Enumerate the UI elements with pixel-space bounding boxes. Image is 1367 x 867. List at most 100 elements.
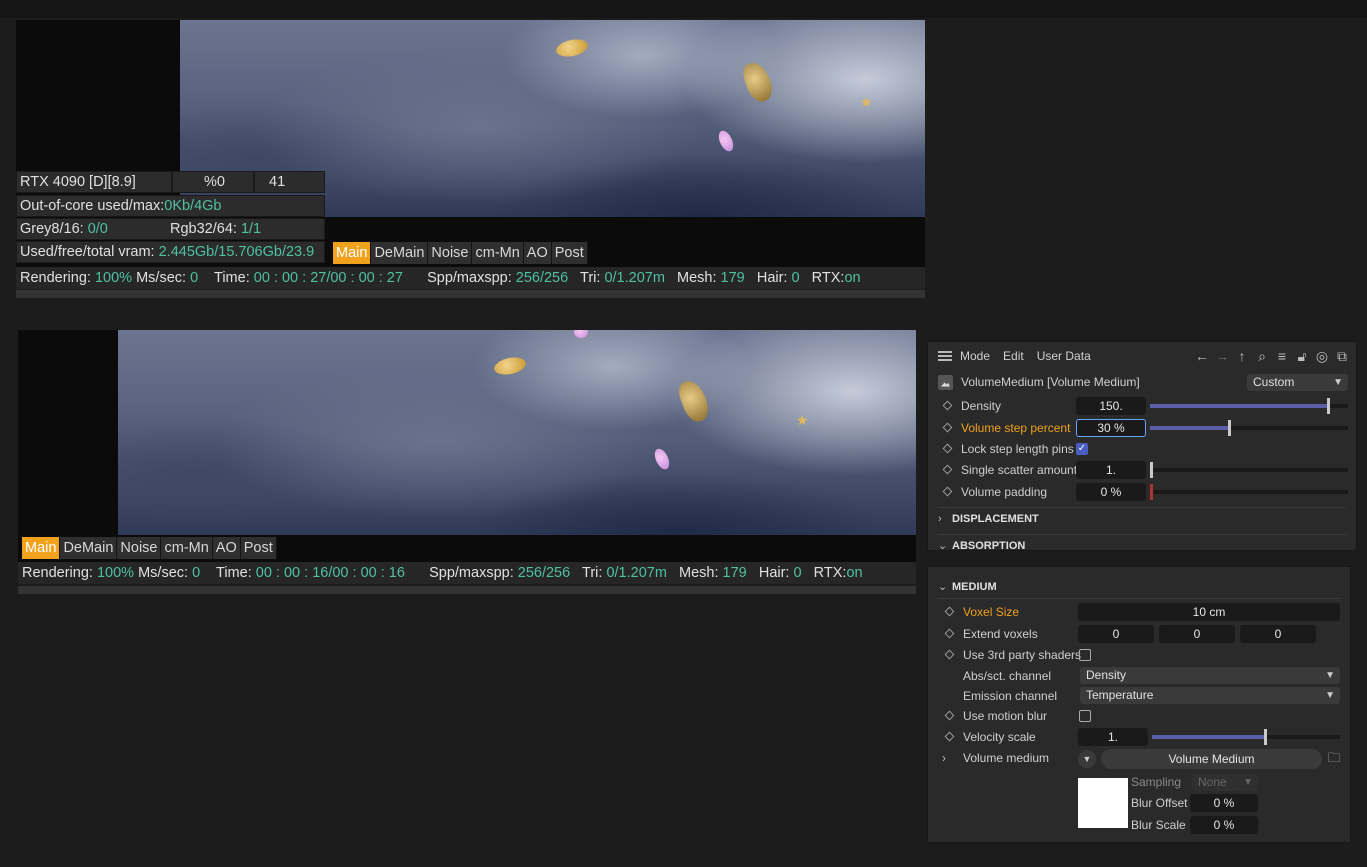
arrow-up-icon[interactable]: ↑ xyxy=(1234,348,1250,364)
pink-object xyxy=(651,446,673,472)
step-slider[interactable] xyxy=(1150,420,1348,436)
chevron-right-icon[interactable]: › xyxy=(942,751,946,765)
viewer2-scrollbar[interactable] xyxy=(18,586,916,594)
chevron-down-icon: ▼ xyxy=(1325,690,1335,701)
scatter-field[interactable]: 1. xyxy=(1076,461,1146,479)
section-absorption[interactable]: ⌄ ABSORPTION xyxy=(938,534,1346,556)
arrow-left-icon[interactable]: ← xyxy=(1194,348,1210,364)
tab-main[interactable]: Main xyxy=(333,242,372,264)
chevron-down-icon: ▼ xyxy=(1325,670,1335,681)
mssec-value: 0 xyxy=(190,270,199,286)
rgb-label: Rgb32/64: xyxy=(170,221,237,237)
preset-value: Custom xyxy=(1253,375,1295,389)
tab-ao[interactable]: AO xyxy=(523,242,552,264)
keyframe-diamond-icon[interactable] xyxy=(942,486,953,497)
lock-checkbox[interactable]: ✓ xyxy=(1076,443,1088,455)
thirdparty-checkbox[interactable] xyxy=(1079,649,1091,661)
tab-cm-mn[interactable]: cm-Mn xyxy=(161,537,213,559)
extend-x-field[interactable]: 0 xyxy=(1078,625,1154,643)
hair-value: 0 xyxy=(791,270,800,286)
step-slider-knob[interactable] xyxy=(1228,420,1232,436)
param-voxel-size: Voxel Size 10 cm xyxy=(928,602,1350,622)
density-slider-knob[interactable] xyxy=(1327,398,1331,414)
abs-channel-dropdown[interactable]: Density ▼ xyxy=(1080,667,1340,684)
hamburger-menu-icon[interactable] xyxy=(938,351,952,361)
extend-z-field[interactable]: 0 xyxy=(1240,625,1316,643)
vram-row: Used/free/total vram: 2.445Gb/15.706Gb/2… xyxy=(16,241,325,263)
keyframe-diamond-icon[interactable] xyxy=(944,628,955,639)
sampling-value: None xyxy=(1198,775,1227,789)
motion-blur-checkbox[interactable] xyxy=(1079,710,1091,722)
tab-demain[interactable]: DeMain xyxy=(371,242,429,264)
render-viewport-2[interactable]: ★ Main DeMain Noise cm-Mn AO Post xyxy=(18,330,916,562)
preset-dropdown[interactable]: Custom ▼ xyxy=(1247,374,1348,391)
sampling-dropdown[interactable]: None ▼ xyxy=(1192,774,1258,791)
render-viewport-1[interactable]: ★ RTX 4090 [D][8.9] %0 41 Out-of-core us… xyxy=(16,20,925,267)
object-title: VolumeMedium [Volume Medium] xyxy=(961,375,1140,389)
time-label: Time: xyxy=(214,270,250,286)
attribute-toolbar: ← → ↑ ⌕ ≡ 🔓︎ ◎ ⧉ xyxy=(1194,348,1350,364)
attribute-menu-bar: Mode Edit User Data ← → ↑ ⌕ ≡ 🔓︎ ◎ ⧉ xyxy=(928,342,1356,370)
padding-field[interactable]: 0 % xyxy=(1076,483,1146,501)
tab-post[interactable]: Post xyxy=(240,537,277,559)
param-blur-scale: Blur Scale 0 % xyxy=(928,815,1350,835)
volume-medium-menu-button[interactable]: ▼ xyxy=(1078,750,1096,768)
keyframe-diamond-icon[interactable] xyxy=(942,464,953,475)
tri-label: Tri: xyxy=(580,270,601,286)
section-displacement[interactable]: › DISPLACEMENT xyxy=(938,507,1346,529)
velocity-field[interactable]: 1. xyxy=(1078,728,1148,746)
lock-icon[interactable]: 🔓︎ xyxy=(1294,348,1310,364)
tab-main[interactable]: Main xyxy=(22,537,61,559)
folder-icon[interactable]: 🗀︎ xyxy=(1326,750,1342,766)
tab-demain[interactable]: DeMain xyxy=(60,537,118,559)
search-icon[interactable]: ⌕ xyxy=(1254,348,1270,364)
section-medium[interactable]: ⌄ MEDIUM xyxy=(938,576,1340,598)
keyframe-diamond-icon[interactable] xyxy=(944,649,955,660)
absorption-title: ABSORPTION xyxy=(952,540,1026,552)
viewer1-status-line: Rendering: 100% Ms/sec: 0 Time: 00 : 00 … xyxy=(16,267,925,289)
menu-edit[interactable]: Edit xyxy=(1003,349,1024,363)
keyframe-diamond-icon[interactable] xyxy=(944,710,955,721)
blur-offset-field[interactable]: 0 % xyxy=(1190,794,1258,812)
tab-ao[interactable]: AO xyxy=(212,537,241,559)
scatter-slider-knob[interactable] xyxy=(1150,462,1153,478)
velocity-slider[interactable] xyxy=(1152,729,1340,745)
extend-y-field[interactable]: 0 xyxy=(1159,625,1235,643)
hair-label: Hair: xyxy=(756,270,788,286)
keyframe-diamond-icon[interactable] xyxy=(942,422,953,433)
grey-rgb-row: Grey8/16: 0/0 Rgb32/64: 1/1 xyxy=(16,218,325,240)
tab-post[interactable]: Post xyxy=(551,242,588,264)
scatter-slider[interactable] xyxy=(1150,462,1348,478)
tab-cm-mn[interactable]: cm-Mn xyxy=(472,242,524,264)
viewer2-status-line: Rendering: 100% Ms/sec: 0 Time: 00 : 00 … xyxy=(18,562,916,584)
chevron-down-icon: ▼ xyxy=(1243,777,1253,788)
emission-channel-dropdown[interactable]: Temperature ▼ xyxy=(1080,687,1340,704)
param-volume-medium: › Volume medium ▼ Volume Medium 🗀︎ xyxy=(928,748,1350,769)
tab-noise[interactable]: Noise xyxy=(428,242,473,264)
param-sampling: Sampling None ▼ xyxy=(928,772,1350,792)
blur-scale-field[interactable]: 0 % xyxy=(1190,816,1258,834)
target-icon[interactable]: ◎ xyxy=(1314,348,1330,364)
velocity-slider-knob[interactable] xyxy=(1263,729,1267,745)
step-field[interactable]: 30 % xyxy=(1076,419,1146,437)
volume-medium-button[interactable]: Volume Medium xyxy=(1101,749,1322,769)
menu-mode[interactable]: Mode xyxy=(960,349,990,363)
keyframe-diamond-icon[interactable] xyxy=(942,400,953,411)
padding-slider[interactable] xyxy=(1150,484,1348,500)
tab-noise[interactable]: Noise xyxy=(117,537,162,559)
keyframe-diamond-icon[interactable] xyxy=(944,606,955,617)
padding-slider-knob[interactable] xyxy=(1150,484,1153,500)
menu-user-data[interactable]: User Data xyxy=(1037,349,1091,363)
viewer1-scrollbar[interactable] xyxy=(16,290,925,298)
medium-title: MEDIUM xyxy=(952,581,997,593)
volume-object-icon xyxy=(938,374,953,390)
filter-icon[interactable]: ≡ xyxy=(1274,348,1290,364)
arrow-right-icon[interactable]: → xyxy=(1214,348,1230,364)
keyframe-diamond-icon[interactable] xyxy=(942,443,953,454)
density-slider[interactable] xyxy=(1150,398,1348,414)
new-window-icon[interactable]: ⧉ xyxy=(1334,348,1350,364)
pink-object xyxy=(715,128,737,154)
density-field[interactable]: 150. xyxy=(1076,397,1146,415)
keyframe-diamond-icon[interactable] xyxy=(944,731,955,742)
voxel-field[interactable]: 10 cm xyxy=(1078,603,1340,621)
